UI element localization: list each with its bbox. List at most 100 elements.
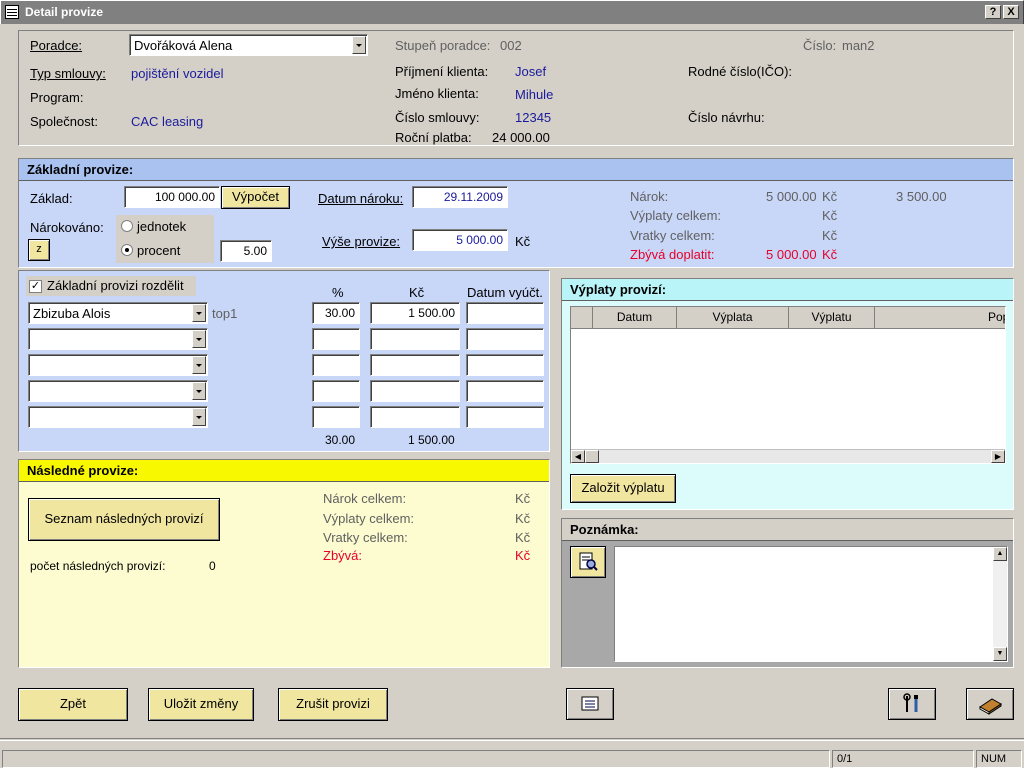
- row2-datum-input[interactable]: [466, 328, 544, 350]
- radio-procent[interactable]: [121, 244, 133, 256]
- seznam-nasledne-button[interactable]: Seznam následných provizí: [28, 498, 220, 541]
- row1-pct-input[interactable]: 30.00: [312, 302, 360, 324]
- grid-corner: [571, 307, 593, 329]
- procent-input[interactable]: 5.00: [220, 240, 272, 262]
- row3-datum-input[interactable]: [466, 354, 544, 376]
- nasledne-vyplaty-label: Výplaty celkem:: [323, 511, 415, 526]
- status-separator: [0, 738, 1024, 741]
- ulozit-button[interactable]: Uložit změny: [148, 688, 254, 721]
- typ-smlouvy-label[interactable]: Typ smlouvy:: [30, 66, 106, 81]
- scroll-thumb[interactable]: [585, 450, 599, 463]
- close-button[interactable]: X: [1003, 5, 1019, 19]
- scroll-down-icon[interactable]: ▼: [993, 647, 1007, 661]
- cislo-smlouvy-label: Číslo smlouvy:: [395, 110, 480, 125]
- status-num: NUM: [976, 750, 1022, 768]
- nasledne-zbyva-label: Zbývá:: [323, 548, 363, 563]
- row1-tag: top1: [212, 306, 238, 321]
- row5-pct-input[interactable]: [312, 406, 360, 428]
- chevron-down-icon[interactable]: [192, 304, 206, 322]
- poradce-label[interactable]: Poradce:: [30, 38, 82, 53]
- grid-col-vyplatu[interactable]: Výplatu: [789, 307, 875, 329]
- grid-col-popis[interactable]: Popi: [875, 307, 1005, 329]
- chevron-down-icon[interactable]: [192, 330, 206, 348]
- col-kc-header: Kč: [409, 285, 425, 300]
- zakladni-title: Základní provize:: [19, 159, 1013, 181]
- row5-name-select[interactable]: [28, 406, 208, 428]
- poradce-select[interactable]: Dvořáková Alena: [129, 34, 368, 56]
- book-icon: [979, 698, 1002, 715]
- tools-icon: [903, 693, 918, 712]
- poznamka-edit-button[interactable]: [570, 546, 606, 578]
- vyplaty-celkem-label: Výplaty celkem:: [630, 208, 722, 223]
- row2-name-select[interactable]: [28, 328, 208, 350]
- zaklad-input[interactable]: 100 000.00: [124, 186, 220, 208]
- row1-datum-input[interactable]: [466, 302, 544, 324]
- zalozit-vyplatu-button[interactable]: Založit výplatu: [570, 474, 676, 503]
- row2-kc-input[interactable]: [370, 328, 460, 350]
- total-pct: 30.00: [325, 433, 356, 447]
- col-datum-header: Datum vyúčt.: [467, 285, 543, 300]
- cislo-smlouvy-value: 12345: [515, 110, 552, 125]
- vyse-label: Výše provize:: [322, 234, 401, 249]
- nasledne-narok-unit: Kč: [515, 491, 531, 506]
- poznamka-textarea[interactable]: ▲ ▼: [614, 546, 1008, 662]
- grid-col-vyplata[interactable]: Výplata: [677, 307, 789, 329]
- radio-jednotek[interactable]: [121, 220, 133, 232]
- nasledne-vyplaty-unit: Kč: [515, 511, 531, 526]
- z-button[interactable]: z: [28, 239, 50, 261]
- chevron-down-icon[interactable]: [192, 356, 206, 374]
- poznamka-title: Poznámka:: [562, 519, 1013, 541]
- row1-name-select[interactable]: Zbizuba Alois: [28, 302, 208, 324]
- vratky-celkem-unit: Kč: [822, 228, 838, 243]
- rozdelit-checkbox[interactable]: ✓: [29, 280, 42, 293]
- prijmeni-label: Příjmení klienta:: [395, 64, 489, 79]
- chevron-down-icon[interactable]: [192, 382, 206, 400]
- narok-label: Nárok:: [630, 189, 669, 204]
- scroll-up-icon[interactable]: ▲: [993, 547, 1007, 561]
- row4-datum-input[interactable]: [466, 380, 544, 402]
- jmeno-label: Jméno klienta:: [395, 86, 479, 101]
- datum-naroku-input[interactable]: 29.11.2009: [412, 186, 508, 208]
- help-button[interactable]: ?: [985, 5, 1001, 19]
- zbyva-doplatit-label: Zbývá doplatit:: [630, 247, 715, 262]
- stupen-label: Stupeň poradce:: [395, 38, 491, 53]
- grid-col-datum[interactable]: Datum: [593, 307, 677, 329]
- book-button[interactable]: [966, 688, 1014, 720]
- vypocet-button[interactable]: Výpočet: [221, 186, 290, 209]
- poznamka-vscrollbar[interactable]: ▲ ▼: [993, 547, 1007, 661]
- row5-kc-input[interactable]: [370, 406, 460, 428]
- nasledne-zbyva-unit: Kč: [515, 548, 531, 563]
- tools-button[interactable]: [888, 688, 936, 720]
- narok-extra: 3 500.00: [896, 189, 947, 204]
- row3-kc-input[interactable]: [370, 354, 460, 376]
- poradce-value: Dvořáková Alena: [134, 38, 233, 53]
- row4-kc-input[interactable]: [370, 380, 460, 402]
- zrusit-button[interactable]: Zrušit provizi: [278, 688, 388, 721]
- grid-hscrollbar[interactable]: ◀ ▶: [571, 449, 1005, 463]
- chevron-down-icon[interactable]: [192, 408, 206, 426]
- list-icon: [581, 696, 599, 711]
- rocni-platba-value: 24 000.00: [492, 130, 550, 145]
- rodne-cislo-label: Rodné číslo(IČO):: [688, 64, 793, 79]
- scroll-right-icon[interactable]: ▶: [991, 450, 1005, 463]
- zpet-button[interactable]: Zpět: [18, 688, 128, 721]
- scroll-left-icon[interactable]: ◀: [571, 450, 585, 463]
- vyplaty-grid[interactable]: Datum Výplata Výplatu Popi ◀ ▶: [570, 306, 1006, 464]
- vyse-unit: Kč: [515, 234, 531, 249]
- narok-unit: Kč: [822, 189, 838, 204]
- list-view-button[interactable]: [566, 688, 614, 720]
- row2-pct-input[interactable]: [312, 328, 360, 350]
- row3-pct-input[interactable]: [312, 354, 360, 376]
- zbyva-doplatit-value: 5 000.00: [766, 247, 817, 262]
- row1-kc-input[interactable]: 1 500.00: [370, 302, 460, 324]
- row4-name-select[interactable]: [28, 380, 208, 402]
- datum-naroku-label: Datum nároku:: [318, 191, 404, 206]
- row5-datum-input[interactable]: [466, 406, 544, 428]
- pocet-value: 0: [209, 559, 216, 573]
- row3-name-select[interactable]: [28, 354, 208, 376]
- chevron-down-icon[interactable]: [352, 36, 366, 54]
- row4-pct-input[interactable]: [312, 380, 360, 402]
- vyse-input[interactable]: 5 000.00: [412, 229, 508, 251]
- cislo-label: Číslo:: [803, 38, 837, 53]
- nasledne-vratky-unit: Kč: [515, 530, 531, 545]
